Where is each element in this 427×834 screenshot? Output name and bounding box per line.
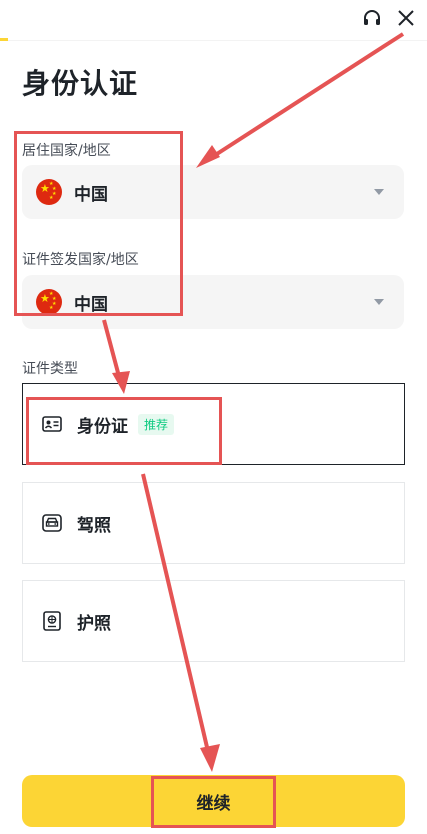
headset-icon[interactable] bbox=[360, 6, 384, 30]
document-option-label: 护照 bbox=[77, 613, 111, 634]
accent-bar bbox=[0, 38, 8, 41]
document-option-label: 驾照 bbox=[77, 515, 111, 536]
document-option-passport[interactable]: 护照 bbox=[22, 580, 405, 662]
document-type-label: 证件类型 bbox=[22, 361, 78, 377]
driver-license-icon bbox=[41, 512, 63, 534]
chevron-down-icon bbox=[374, 189, 384, 195]
annotation-box-continue bbox=[151, 776, 276, 828]
passport-icon bbox=[41, 610, 63, 632]
page-title: 身份认证 bbox=[22, 67, 139, 100]
annotation-box-country bbox=[14, 131, 183, 316]
header-divider bbox=[8, 40, 427, 41]
close-icon[interactable] bbox=[394, 6, 418, 30]
annotation-box-id-card bbox=[26, 397, 222, 465]
chevron-down-icon bbox=[374, 299, 384, 305]
document-option-driver-license[interactable]: 驾照 bbox=[22, 482, 405, 564]
